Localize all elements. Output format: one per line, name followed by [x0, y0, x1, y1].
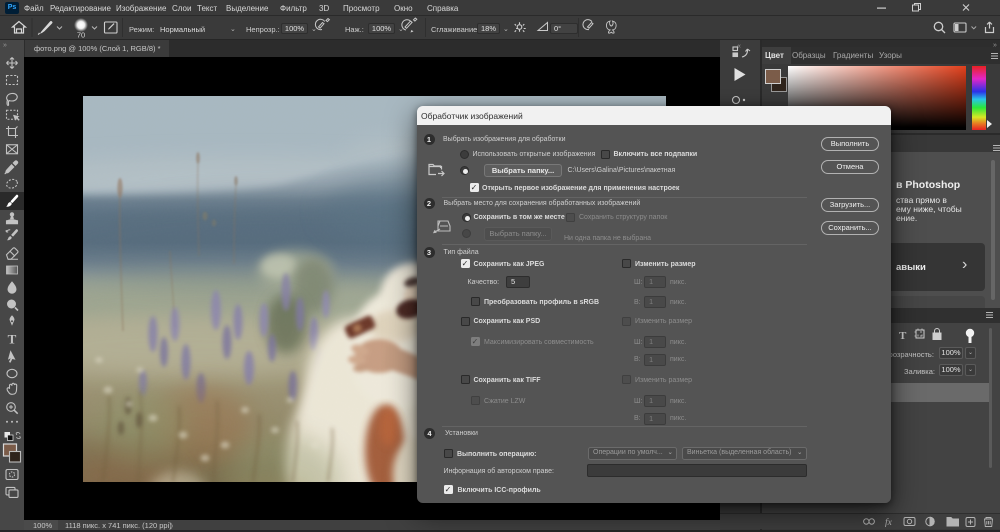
svg-text:T: T [8, 332, 17, 347]
svg-text:70: 70 [77, 31, 85, 40]
svg-text:»: » [3, 42, 7, 49]
svg-text:fx: fx [885, 517, 893, 528]
svg-text:T: T [899, 330, 907, 342]
